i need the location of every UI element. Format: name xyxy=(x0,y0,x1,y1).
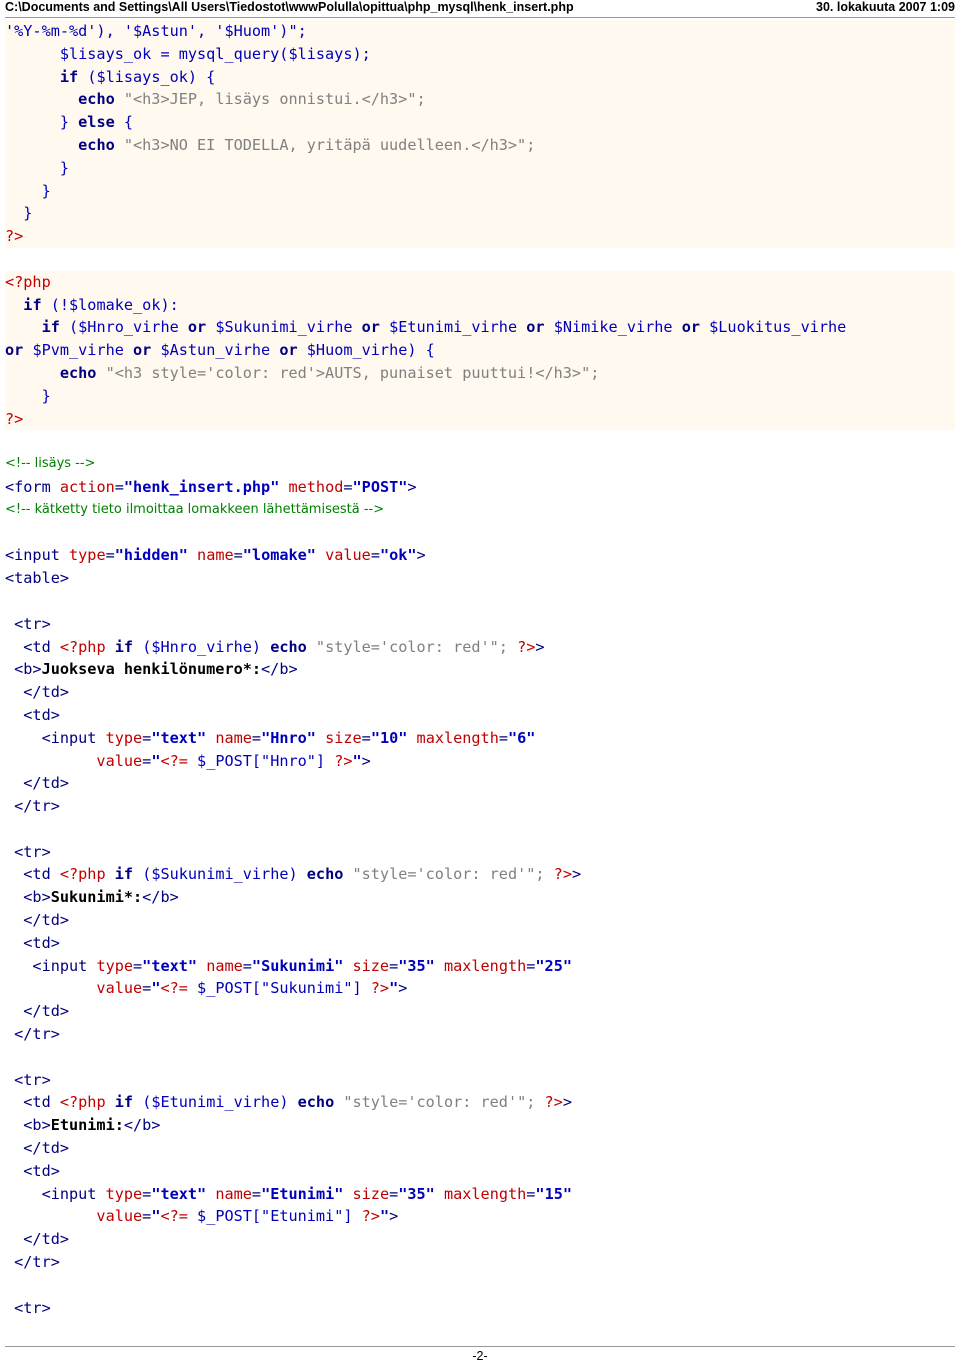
code-line: ?> xyxy=(5,407,955,431)
header-divider xyxy=(5,17,955,18)
code-line: <b>Etunimi:</b> xyxy=(5,1116,161,1135)
code-line: <tr> xyxy=(5,614,51,633)
code-line: </tr> xyxy=(5,1253,60,1272)
code-line: '%Y-%m-%d'), '$Astun', '$Huom')"; xyxy=(5,20,955,43)
code-line: if ($lisays_ok) { xyxy=(5,65,955,89)
code-line: <tr> xyxy=(5,1070,51,1089)
code-line: <b>Juokseva henkilönumero*:</b> xyxy=(5,660,298,679)
code-line: or $Pvm_virhe or $Astun_virhe or $Huom_v… xyxy=(5,339,955,362)
code-line: </tr> xyxy=(5,1025,60,1044)
code-line: <tr> xyxy=(5,842,51,861)
code-line: <input type="text" name="Hnro" size="10"… xyxy=(5,728,536,747)
code-line: </td> xyxy=(5,911,70,930)
code-line: <input type="text" name="Etunimi" size="… xyxy=(5,1184,572,1203)
code-line: value="<?= $_POST["Sukunimi"] ?>"> xyxy=(5,979,408,998)
code-line: } else { xyxy=(5,111,955,134)
code-line: <table> xyxy=(5,569,70,588)
code-line: <td> xyxy=(5,705,60,724)
code-line: <td> xyxy=(5,1161,60,1180)
code-line: ?> xyxy=(5,225,955,248)
code-line: </td> xyxy=(5,774,70,793)
code-line: <td <?php if ($Etunimi_virhe) echo "styl… xyxy=(5,1093,572,1112)
code-line: if ($Hnro_virhe or $Sukunimi_virhe or $E… xyxy=(5,316,955,340)
code-line: <?php xyxy=(5,270,955,294)
code-line: <input type="text" name="Sukunimi" size=… xyxy=(5,956,572,975)
code-line: </td> xyxy=(5,1139,70,1158)
code-line: } xyxy=(5,156,955,180)
code-line: } xyxy=(5,179,955,203)
code-comment: <!-- kätketty tieto ilmoittaa lomakkeen … xyxy=(5,501,385,517)
code-line: value="<?= $_POST["Etunimi"] ?>"> xyxy=(5,1207,399,1226)
code-line: </tr> xyxy=(5,797,60,816)
page-header: C:\Documents and Settings\All Users\Tied… xyxy=(5,0,955,16)
code-listing: '%Y-%m-%d'), '$Astun', '$Huom')"; $lisay… xyxy=(5,20,955,1319)
page-number: -2- xyxy=(472,1349,488,1363)
print-date: 30. lokakuuta 2007 1:09 xyxy=(816,0,955,14)
code-line: echo "<h3>JEP, lisäys onnistui.</h3>"; xyxy=(5,88,955,112)
footer-divider xyxy=(5,1346,955,1347)
code-line: </td> xyxy=(5,1002,70,1021)
code-line: <form action="henk_insert.php" method="P… xyxy=(5,477,417,496)
code-line: $lisays_ok = mysql_query($lisays); xyxy=(5,42,955,66)
code-line: echo "<h3>NO EI TODELLA, yritäpä uudelle… xyxy=(5,133,955,157)
code-line: echo "<h3 style='color: red'>AUTS, punai… xyxy=(5,361,955,385)
code-line: <td> xyxy=(5,933,60,952)
code-line: <b>Sukunimi*:</b> xyxy=(5,888,179,907)
code-line: } xyxy=(5,202,955,226)
code-line: <td <?php if ($Hnro_virhe) echo "style='… xyxy=(5,637,545,656)
code-line: <input type="hidden" name="lomake" value… xyxy=(5,546,426,565)
code-comment: <!-- lisäys --> xyxy=(5,456,96,472)
code-line: <tr> xyxy=(5,1298,51,1317)
file-path: C:\Documents and Settings\All Users\Tied… xyxy=(5,0,574,14)
code-line: </td> xyxy=(5,1230,70,1249)
code-line: </td> xyxy=(5,683,70,702)
code-line: if (!$lomake_ok): xyxy=(5,293,955,317)
code-line: value="<?= $_POST["Hnro"] ?>"> xyxy=(5,751,371,770)
code-line: } xyxy=(5,384,955,408)
code-line: <td <?php if ($Sukunimi_virhe) echo "sty… xyxy=(5,865,582,884)
